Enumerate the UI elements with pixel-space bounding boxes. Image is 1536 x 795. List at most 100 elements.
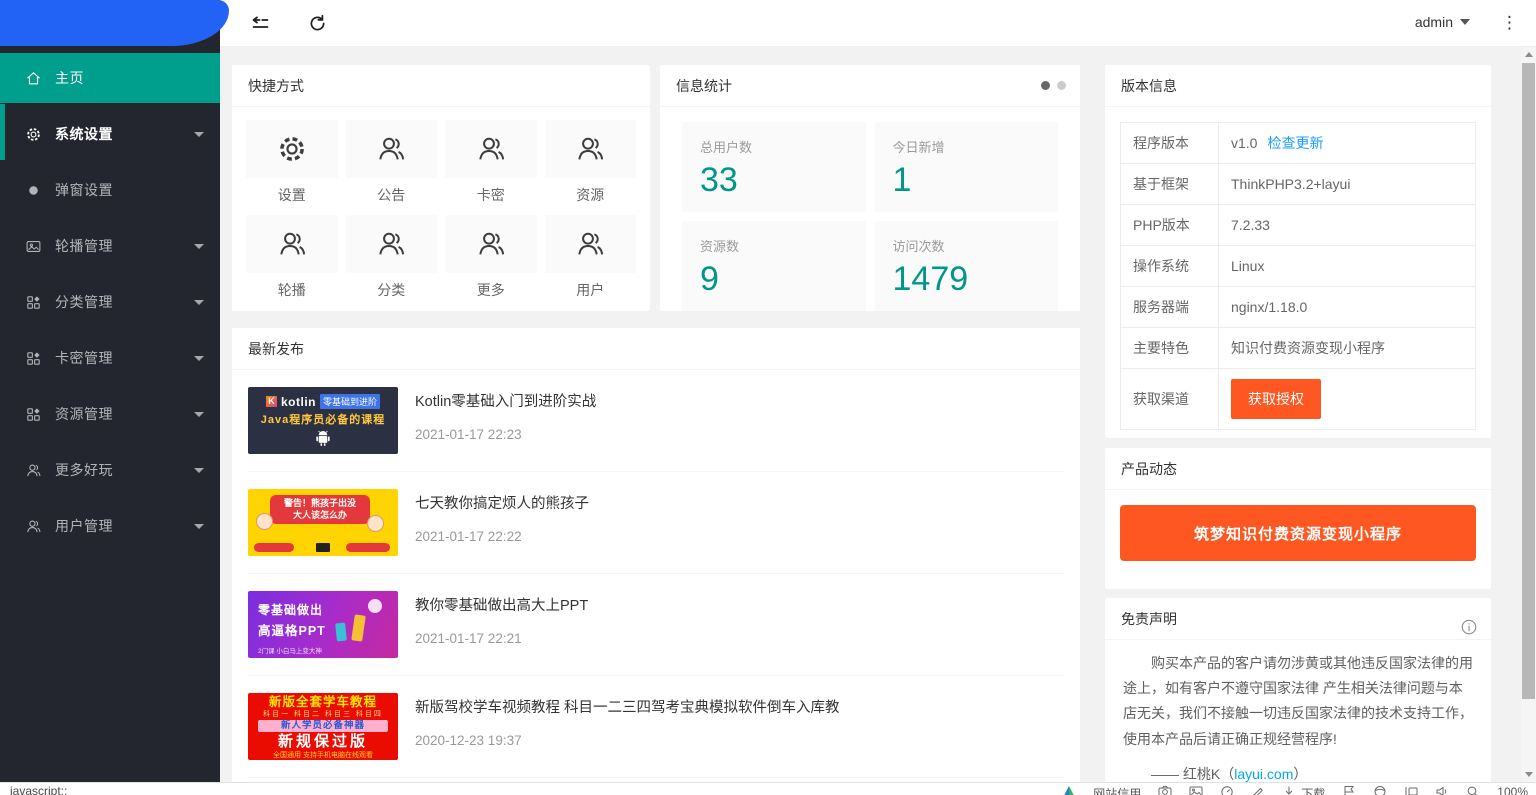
check-update-link[interactable]: 检查更新	[1267, 135, 1323, 151]
version-value: 7.2.33	[1231, 217, 1270, 233]
version-row-label: PHP版本	[1121, 205, 1219, 246]
version-row-label: 主要特色	[1121, 328, 1219, 369]
post-item-4[interactable]: 新版全套学车教程科目一 科目二 科目三 科目四新人学员必备神器新规保过版全国通用…	[248, 676, 1064, 778]
quick-tile-label: 分类	[346, 280, 438, 300]
stat-label: 资源数	[700, 236, 848, 255]
post-item-3[interactable]: 零基础做出高逼格PPT2门课 小白马上变大神教你零基础做出高大上PPT2021-…	[248, 574, 1064, 676]
post-item-1[interactable]: Kkotlin零基础到进阶Java程序员必备的课程 Kotlin零基础入门到进阶实…	[248, 370, 1064, 472]
layui-link[interactable]: layui.com	[1234, 766, 1293, 782]
download-label: 下载	[1301, 785, 1325, 795]
network-icon[interactable]	[1373, 785, 1387, 795]
signature-suffix: ）	[1293, 766, 1307, 782]
flag-icon[interactable]	[1342, 785, 1356, 795]
carousel-dot-2[interactable]	[1057, 81, 1066, 90]
chevron-down-icon	[194, 132, 204, 137]
quick-actions-card: 快捷方式 设置公告卡密资源轮播分类更多用户	[232, 65, 650, 311]
stat-box-3: 资源数9	[682, 221, 866, 311]
version-value: 知识付费资源变现小程序	[1231, 340, 1385, 356]
stat-value: 33	[700, 161, 848, 200]
sidebar-item-3[interactable]: 弹窗设置	[0, 165, 220, 215]
boy-face	[367, 515, 384, 532]
post-title: Kotlin零基础入门到进阶实战	[415, 390, 596, 411]
picture-icon[interactable]	[1189, 785, 1203, 795]
speaker-icon[interactable]	[1435, 785, 1449, 795]
site-credit-button[interactable]: 网站信用	[1093, 785, 1141, 795]
scroll-up-arrow[interactable]	[1521, 47, 1536, 62]
quick-tile-5[interactable]: 轮播	[246, 215, 338, 300]
stat-value: 1	[893, 161, 1041, 200]
version-value: ThinkPHP3.2+layui	[1231, 176, 1350, 192]
sidebar-toggle-icon[interactable]	[1404, 785, 1418, 795]
grid-icon	[25, 406, 42, 423]
info-icon[interactable]	[1460, 610, 1478, 628]
version-row: 服务器端nginx/1.18.0	[1121, 287, 1476, 328]
sidebar-item-8[interactable]: 更多好玩	[0, 445, 220, 495]
latest-posts-list: Kkotlin零基础到进阶Java程序员必备的课程 Kotlin零基础入门到进阶实…	[232, 370, 1080, 778]
quick-tile-4[interactable]: 资源	[545, 120, 637, 205]
carousel-icon	[25, 238, 42, 255]
edit-icon[interactable]	[1251, 785, 1265, 795]
kotlin-logo: K	[266, 396, 277, 407]
sidebar-item-4[interactable]: 轮播管理	[0, 221, 220, 271]
kebab-menu-icon[interactable]: ⋮	[1501, 11, 1518, 35]
quick-tile-6[interactable]: 分类	[346, 215, 438, 300]
sidebar-item-6[interactable]: 卡密管理	[0, 333, 220, 383]
scrollbar-thumb[interactable]	[1522, 63, 1535, 699]
sidebar-item-2[interactable]: 系统设置	[0, 109, 220, 159]
refresh-icon[interactable]	[307, 13, 328, 34]
zoom-search-icon[interactable]	[1466, 785, 1480, 795]
disclaimer-header: 免责声明	[1105, 598, 1491, 640]
quick-actions-grid: 设置公告卡密资源轮播分类更多用户	[232, 107, 650, 313]
carousel-dot-1[interactable]	[1041, 81, 1050, 90]
quick-tile-label: 卡密	[445, 185, 537, 205]
chevron-down-icon	[194, 524, 204, 529]
speed-icon[interactable]	[1220, 785, 1234, 795]
quick-tile-1[interactable]: 设置	[246, 120, 338, 205]
version-row-label: 基于框架	[1121, 164, 1219, 205]
page-scrollbar[interactable]	[1521, 47, 1536, 782]
post-thumbnail: Kkotlin零基础到进阶Java程序员必备的课程	[248, 387, 398, 454]
product-banner[interactable]: 筑梦知识付费资源变现小程序	[1120, 505, 1476, 561]
version-row: 程序版本v1.0检查更新	[1121, 123, 1476, 164]
quick-tile-label: 用户	[545, 280, 637, 300]
product-news-title: 产品动态	[1105, 448, 1491, 490]
post-date: 2021-01-17 22:21	[415, 631, 588, 646]
collapse-menu-icon[interactable]	[250, 13, 271, 34]
carousel-dots	[1041, 81, 1066, 90]
quick-tile-label: 更多	[445, 280, 537, 300]
quick-tile-8[interactable]: 用户	[545, 215, 637, 300]
version-row-value: nginx/1.18.0	[1219, 287, 1476, 328]
download-icon	[1282, 785, 1296, 795]
disclaimer-title: 免责声明	[1121, 611, 1177, 627]
version-row-label: 操作系统	[1121, 246, 1219, 287]
version-row: 主要特色知识付费资源变现小程序	[1121, 328, 1476, 369]
chevron-down-icon	[194, 244, 204, 249]
quick-tile-label: 公告	[346, 185, 438, 205]
post-date: 2021-01-17 22:22	[415, 529, 589, 544]
quick-tile-7[interactable]: 更多	[445, 215, 537, 300]
quick-tile-2[interactable]: 公告	[346, 120, 438, 205]
get-license-button[interactable]: 获取授权	[1231, 379, 1321, 419]
home-icon	[25, 70, 42, 87]
sidebar-item-7[interactable]: 资源管理	[0, 389, 220, 439]
grid-icon	[25, 294, 42, 311]
user-menu[interactable]: admin	[1415, 14, 1470, 30]
girl-face	[256, 513, 273, 530]
stat-label: 总用户数	[700, 137, 848, 156]
disclaimer-text: 购买本产品的客户请勿涉黄或其他违反国家法律的用途上，如有客户不遵守国家法律 产生…	[1123, 651, 1473, 752]
stat-box-4: 访问次数1479	[875, 221, 1059, 311]
scroll-down-arrow[interactable]	[1521, 767, 1536, 782]
stats-title: 信息统计	[676, 78, 732, 94]
sidebar-item-9[interactable]: 用户管理	[0, 501, 220, 551]
quick-tile-3[interactable]: 卡密	[445, 120, 537, 205]
version-row-value: ThinkPHP3.2+layui	[1219, 164, 1476, 205]
version-row-value: 获取授权	[1219, 369, 1476, 430]
zoom-level[interactable]: 100%	[1497, 785, 1528, 795]
quick-tile-label: 设置	[246, 185, 338, 205]
post-item-2[interactable]: 警告！熊孩子出没大人该怎么办七天教你搞定烦人的熊孩子2021-01-17 22:…	[248, 472, 1064, 574]
sidebar-item-5[interactable]: 分类管理	[0, 277, 220, 327]
download-button[interactable]: 下载	[1282, 785, 1325, 795]
version-row-label: 获取渠道	[1121, 369, 1219, 430]
screenshot-icon[interactable]	[1158, 785, 1172, 795]
sidebar-item-1[interactable]: 主页	[0, 53, 220, 103]
